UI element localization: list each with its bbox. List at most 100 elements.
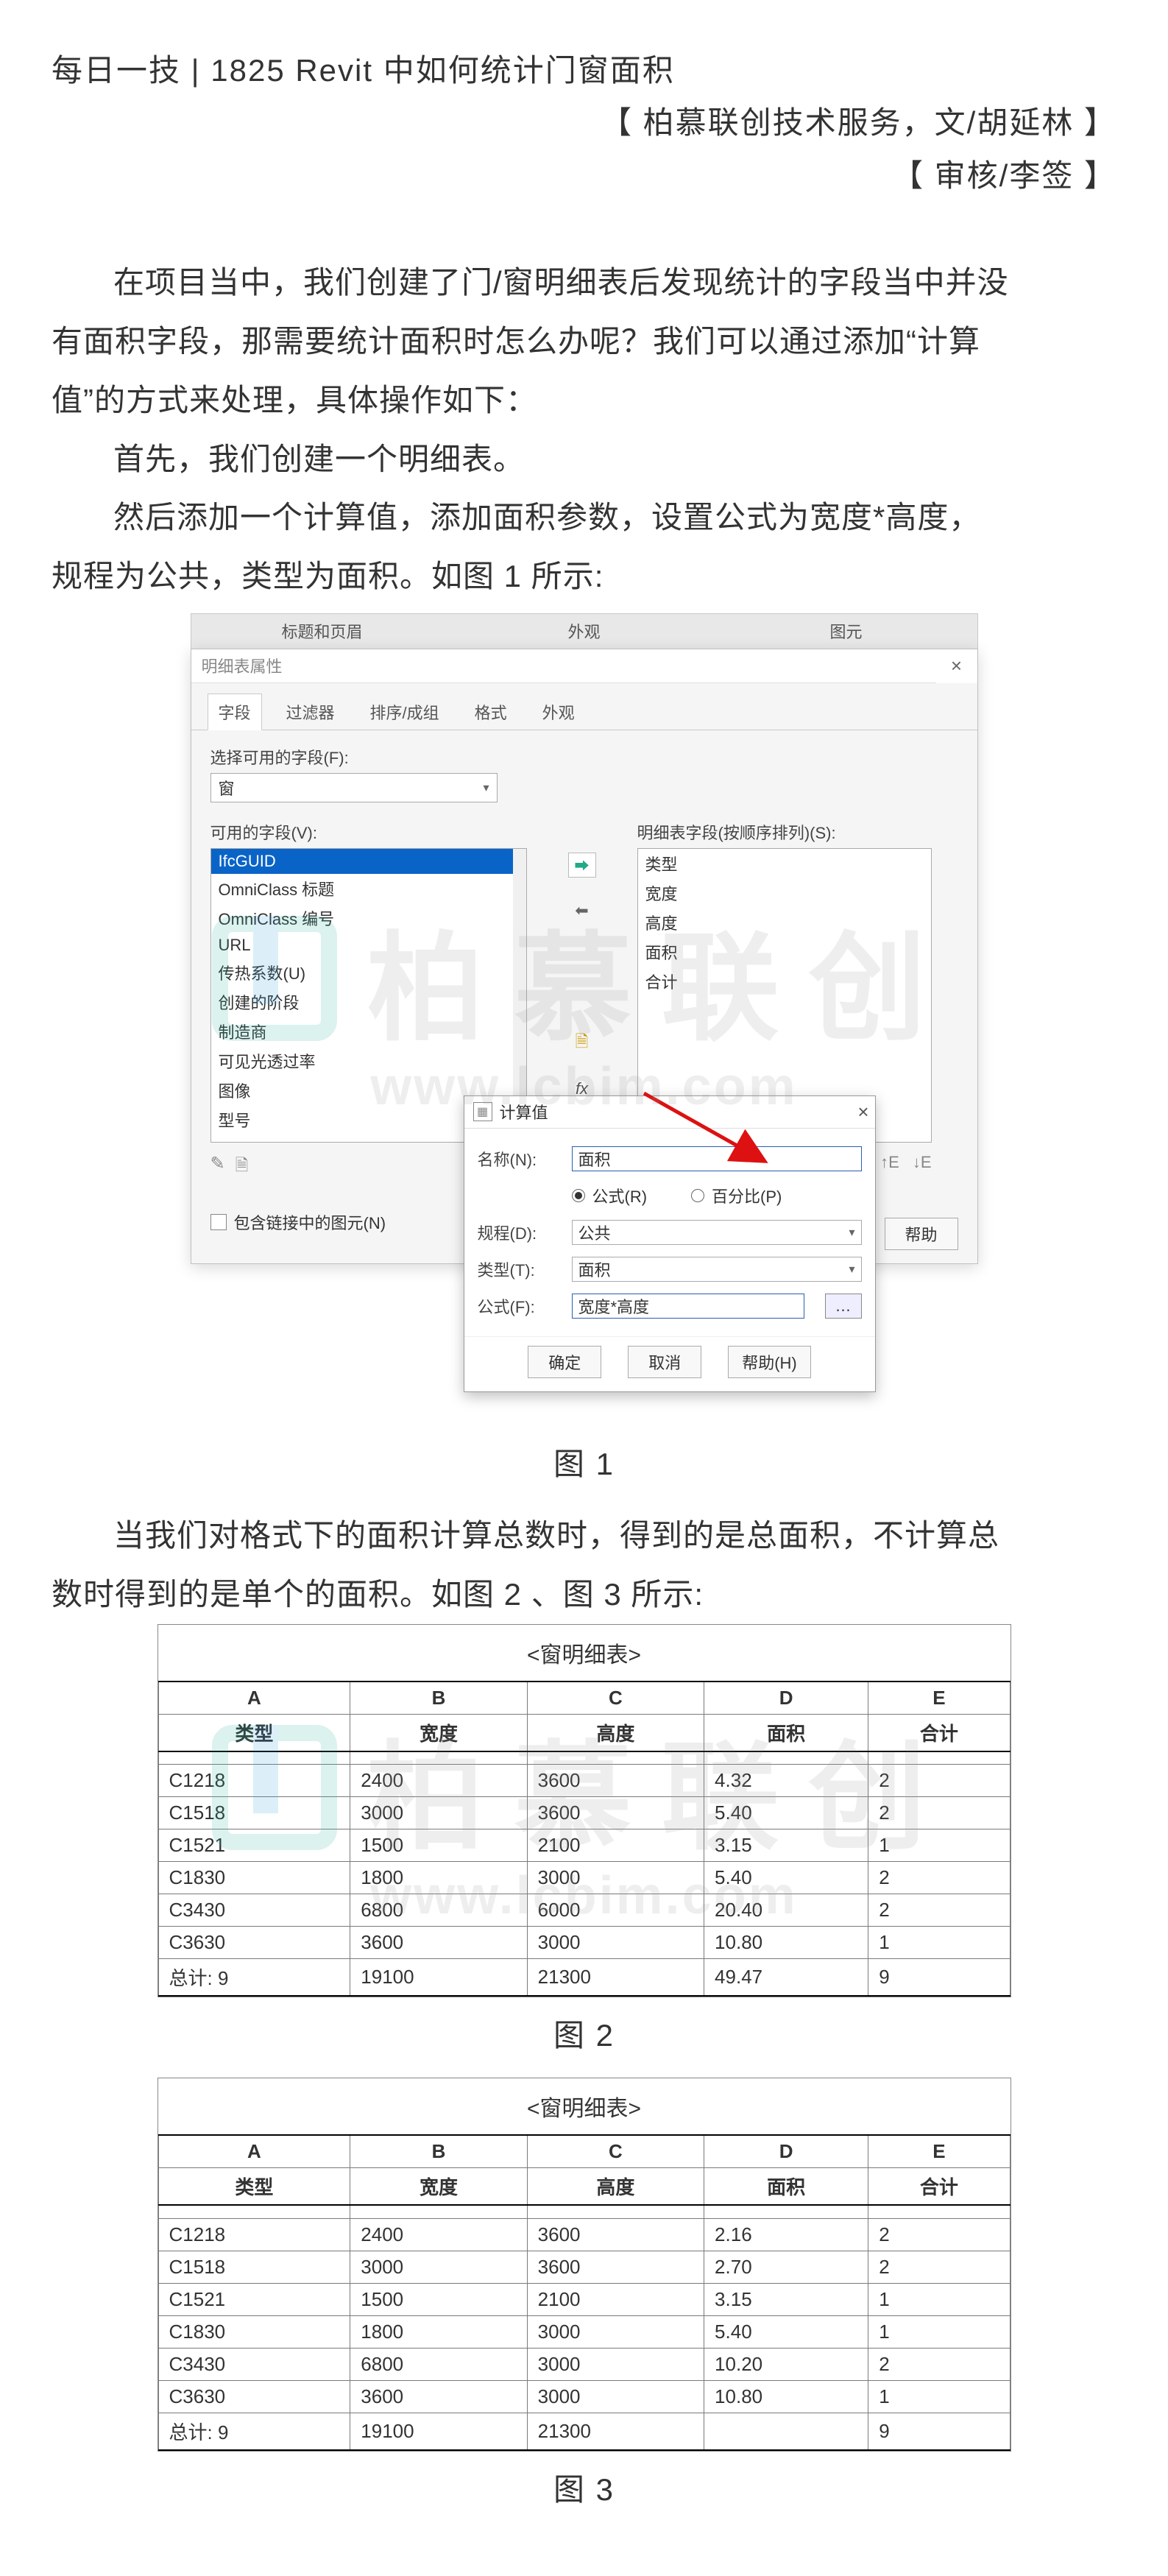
column-letter: B: [350, 1682, 527, 1715]
table-cell: C1830: [158, 1862, 350, 1894]
available-fields-label: 可用的字段(V):: [210, 820, 527, 844]
percent-radio[interactable]: [691, 1189, 704, 1202]
add-field-button[interactable]: ⮕: [568, 853, 596, 878]
include-linked-checkbox[interactable]: [210, 1214, 227, 1230]
new-param-button[interactable]: 🗎: [568, 1031, 596, 1056]
table-cell: 1500: [350, 2283, 527, 2315]
scheduled-field-item[interactable]: 类型: [638, 849, 931, 878]
formula-input[interactable]: 宽度*高度: [572, 1294, 804, 1319]
table-cell: C1218: [158, 1765, 350, 1797]
chevron-down-icon: ▾: [849, 1225, 854, 1240]
schedule-table-fig3: ABCDE类型宽度高度面积合计C1218240036002.162C151830…: [158, 2134, 1011, 2451]
column-letter: E: [868, 1682, 1010, 1715]
table-cell: 9: [868, 1959, 1010, 1997]
formula-browse-button[interactable]: …: [825, 1294, 862, 1319]
scheduled-field-item[interactable]: 宽度: [638, 878, 931, 908]
table-cell: 1: [868, 2315, 1010, 2348]
move-down-icon[interactable]: ↓E: [913, 1153, 932, 1172]
available-field-item[interactable]: 制造商: [211, 1017, 526, 1046]
paragraph-1c: 值”的方式来处理，具体操作如下：: [52, 371, 1116, 430]
help-button[interactable]: 帮助: [885, 1218, 958, 1250]
scheduled-field-item[interactable]: 高度: [638, 908, 931, 937]
available-field-item[interactable]: IfcGUID: [211, 849, 526, 874]
edit-icon[interactable]: ✎: [210, 1153, 225, 1181]
table-cell: 4.32: [704, 1765, 868, 1797]
scheduled-field-item[interactable]: 面积: [638, 937, 931, 967]
scheduled-field-item[interactable]: 合计: [638, 967, 931, 996]
help-button[interactable]: 帮助(H): [728, 1346, 811, 1378]
name-input[interactable]: 面积: [572, 1146, 862, 1171]
column-header: 类型: [158, 2168, 350, 2206]
formula-label: 公式(F):: [478, 1294, 559, 1318]
new-param-icon[interactable]: 🗎: [236, 1153, 249, 1181]
category-dropdown[interactable]: 窗 ▾: [210, 773, 498, 802]
discipline-label: 规程(D):: [478, 1221, 559, 1244]
table-cell: C3430: [158, 2348, 350, 2380]
table-cell: 3000: [527, 2348, 704, 2380]
column-letter: A: [158, 1682, 350, 1715]
table-cell: 6800: [350, 1894, 527, 1927]
table-cell: 3.15: [704, 2283, 868, 2315]
formula-radio[interactable]: [572, 1189, 585, 1202]
available-field-item[interactable]: URL: [211, 933, 526, 958]
available-field-item[interactable]: OmniClass 标题: [211, 874, 526, 903]
available-field-item[interactable]: OmniClass 编号: [211, 903, 526, 933]
column-header: 高度: [527, 2168, 704, 2206]
discipline-select[interactable]: 公共 ▾: [572, 1220, 862, 1245]
tab-sort[interactable]: 排序/成组: [359, 694, 450, 730]
close-button[interactable]: ×: [936, 649, 977, 683]
table-cell: C3430: [158, 1894, 350, 1927]
table-cell: 1800: [350, 2315, 527, 2348]
bg-tab-title[interactable]: 标题和页眉: [191, 619, 453, 643]
table-cell: 3000: [527, 2380, 704, 2413]
available-field-item[interactable]: 传热系数(U): [211, 958, 526, 987]
table-cell: C3630: [158, 1927, 350, 1959]
tab-fields[interactable]: 字段: [208, 694, 262, 730]
table-cell: 5.40: [704, 1797, 868, 1829]
table-row: 总计: 919100213009: [158, 2413, 1010, 2450]
remove-field-button[interactable]: ⬅: [568, 898, 596, 923]
table-row: C1218240036002.162: [158, 2218, 1010, 2251]
paragraph-4b: 数时得到的是单个的面积。如图 2 、图 3 所示:: [52, 1565, 1116, 1624]
figure-1-caption: 图 1: [52, 1439, 1116, 1484]
paragraph-3a: 然后添加一个计算值，添加面积参数，设置公式为宽度*高度，: [52, 488, 1116, 547]
column-header: 面积: [704, 1714, 868, 1751]
column-letter: D: [704, 2135, 868, 2168]
cancel-button[interactable]: 取消: [628, 1346, 701, 1378]
bg-tab-element[interactable]: 图元: [715, 619, 977, 643]
ok-button[interactable]: 确定: [528, 1346, 601, 1378]
table-row: C34306800600020.402: [158, 1894, 1010, 1927]
bg-tab-appearance[interactable]: 外观: [453, 619, 715, 643]
table-cell: 3600: [350, 1927, 527, 1959]
tab-appearance[interactable]: 外观: [531, 694, 586, 730]
table-cell: 总计: 9: [158, 1959, 350, 1997]
table-cell: 6000: [527, 1894, 704, 1927]
table-cell: C1218: [158, 2218, 350, 2251]
column-letter: B: [350, 2135, 527, 2168]
column-header: 面积: [704, 2168, 868, 2206]
table-row: C1521150021003.151: [158, 1829, 1010, 1862]
column-header: 高度: [527, 1714, 704, 1751]
table-cell: 6800: [350, 2348, 527, 2380]
type-select[interactable]: 面积▾: [572, 1257, 862, 1282]
figure-3: <窗明细表> ABCDE类型宽度高度面积合计C1218240036002.162…: [52, 2078, 1116, 2452]
close-button[interactable]: ×: [857, 1101, 868, 1123]
move-up-icon[interactable]: ↑E: [880, 1153, 899, 1172]
column-header: 宽度: [350, 1714, 527, 1751]
table-cell: 1: [868, 1829, 1010, 1862]
table-cell: 3000: [350, 1797, 527, 1829]
table-row: C1518300036002.702: [158, 2251, 1010, 2283]
table-cell: 3600: [350, 2380, 527, 2413]
available-field-item[interactable]: 可见光透过率: [211, 1046, 526, 1076]
schedule-title: <窗明细表>: [158, 1625, 1011, 1681]
table-row: C36303600300010.801: [158, 2380, 1010, 2413]
tab-filter[interactable]: 过滤器: [275, 694, 346, 730]
discipline-value: 公共: [578, 1221, 611, 1244]
table-cell: 3600: [527, 2251, 704, 2283]
available-field-item[interactable]: 创建的阶段: [211, 987, 526, 1017]
figure-2-caption: 图 2: [52, 2011, 1116, 2055]
tab-format[interactable]: 格式: [464, 694, 518, 730]
table-cell: 1800: [350, 1862, 527, 1894]
column-header: 宽度: [350, 2168, 527, 2206]
table-cell: C1518: [158, 1797, 350, 1829]
